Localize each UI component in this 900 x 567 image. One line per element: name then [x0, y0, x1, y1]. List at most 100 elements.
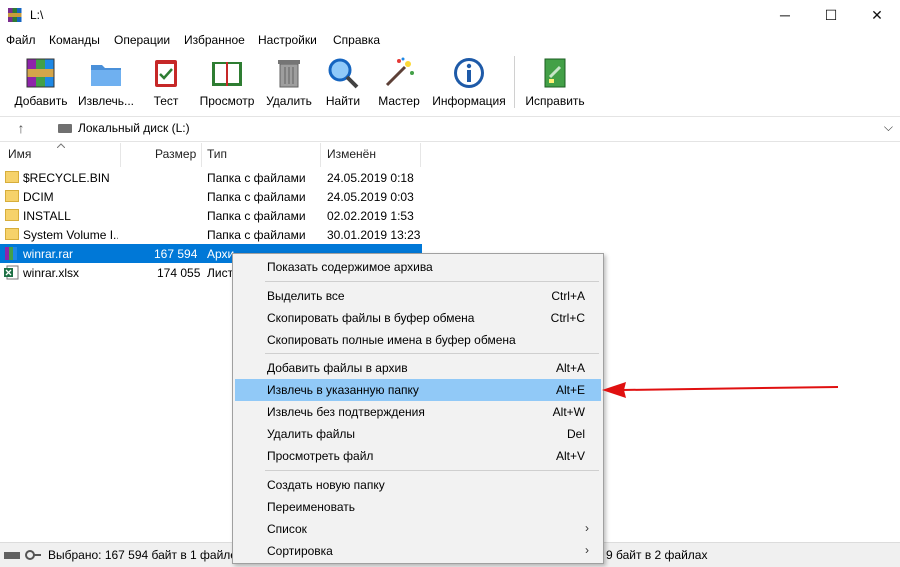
find-label: Найти	[325, 94, 361, 108]
column-header-name[interactable]: Имя	[8, 147, 31, 161]
file-modified: 24.05.2019 0:03	[327, 190, 414, 204]
excel-file-icon	[4, 265, 19, 280]
table-row[interactable]: System Volume I... Папка с файлами 30.01…	[0, 225, 422, 244]
column-header-size[interactable]: Размер	[155, 147, 196, 161]
menu-item-select-all[interactable]: Выделить все Ctrl+A	[235, 285, 601, 307]
menu-item-label: Переименовать	[267, 500, 355, 514]
menu-help[interactable]: Справка	[333, 33, 380, 47]
add-button[interactable]: Добавить	[10, 53, 72, 111]
folder-extract-icon	[91, 65, 121, 86]
delete-label: Удалить	[266, 94, 312, 108]
menu-item-sort[interactable]: Сортировка ›	[235, 540, 601, 562]
file-type: Папка с файлами	[207, 190, 306, 204]
winrar-app-icon[interactable]	[7, 7, 23, 23]
file-name: $RECYCLE.BIN	[23, 171, 110, 185]
test-label: Тест	[153, 94, 179, 108]
menu-operations[interactable]: Операции	[114, 33, 170, 47]
menu-settings[interactable]: Настройки	[258, 33, 317, 47]
menu-separator	[265, 353, 599, 354]
file-modified: 30.01.2019 13:23	[327, 228, 421, 242]
wizard-label: Мастер	[378, 94, 420, 108]
menu-item-label: Скопировать полные имена в буфер обмена	[267, 333, 516, 347]
add-label: Добавить	[14, 94, 68, 108]
chevron-down-icon[interactable]: ⌵	[884, 120, 893, 135]
minimize-button[interactable]: ─	[762, 0, 808, 30]
table-row[interactable]: $RECYCLE.BIN Папка с файлами 24.05.2019 …	[0, 168, 422, 187]
menu-item-view-file[interactable]: Просмотреть файл Alt+V	[235, 445, 601, 467]
chevron-right-icon: ›	[585, 543, 589, 557]
repair-label: Исправить	[525, 94, 585, 108]
menu-item-label: Извлечь без подтверждения	[267, 405, 425, 419]
column-header-modified[interactable]: Изменён	[327, 147, 376, 161]
repair-button[interactable]: Исправить	[522, 53, 588, 111]
file-type: Архи	[207, 247, 235, 261]
menu-item-shortcut: Alt+V	[555, 449, 585, 463]
column-divider[interactable]	[201, 143, 202, 167]
menu-item-show-archive[interactable]: Показать содержимое архива	[235, 256, 601, 278]
menu-item-shortcut: Alt+E	[555, 383, 585, 397]
menu-item-label: Просмотреть файл	[267, 449, 374, 463]
annotation-arrow-icon	[602, 382, 839, 398]
magic-wand-icon	[385, 57, 414, 87]
maximize-button[interactable]: ☐	[808, 0, 854, 30]
extract-button[interactable]: Извлечь...	[74, 53, 138, 111]
menu-item-label: Извлечь в указанную папку	[267, 383, 419, 397]
menu-item-shortcut: Alt+W	[552, 405, 585, 419]
wizard-button[interactable]: Мастер	[372, 53, 426, 111]
menu-item-shortcut: Ctrl+C	[550, 311, 585, 325]
menu-item-copy-names[interactable]: Скопировать полные имена в буфер обмена	[235, 329, 601, 351]
view-label: Просмотр	[199, 94, 255, 108]
book-view-icon	[212, 62, 242, 86]
clipboard-test-icon	[155, 60, 177, 87]
menu-item-label: Сортировка	[267, 544, 333, 558]
up-folder-button[interactable]: ↑	[12, 120, 30, 138]
trash-icon	[278, 60, 300, 88]
menu-item-extract-no-confirm[interactable]: Извлечь без подтверждения Alt+W	[235, 401, 601, 423]
file-type: Папка с файлами	[207, 228, 306, 242]
file-name: winrar.rar	[23, 247, 74, 261]
extract-label: Извлечь...	[77, 94, 134, 108]
menu-item-shortcut: Del	[566, 427, 585, 441]
address-bar: ↑ Локальный диск (L:) ⌵	[0, 116, 900, 142]
file-name: DCIM	[23, 190, 54, 204]
status-total-text: 9 байт в 2 файлах	[606, 548, 708, 562]
file-type: Папка с файлами	[207, 209, 306, 223]
table-row[interactable]: INSTALL Папка с файлами 02.02.2019 1:53	[0, 206, 422, 225]
menu-item-shortcut: Alt+A	[555, 361, 585, 375]
menu-item-extract-to-folder[interactable]: Извлечь в указанную папку Alt+E	[235, 379, 601, 401]
menu-item-list[interactable]: Список ›	[235, 518, 601, 540]
folder-icon	[5, 190, 19, 202]
table-row[interactable]: DCIM Папка с файлами 24.05.2019 0:03	[0, 187, 422, 206]
menu-item-shortcut: Ctrl+A	[551, 289, 585, 303]
column-header-type[interactable]: Тип	[207, 147, 227, 161]
test-button[interactable]: Тест	[142, 53, 190, 111]
menu-commands[interactable]: Команды	[49, 33, 100, 47]
menu-item-add-to-archive[interactable]: Добавить файлы в архив Alt+A	[235, 357, 601, 379]
file-type: Лист	[207, 266, 234, 280]
sort-arrow-icon	[57, 143, 65, 148]
menu-item-copy-files[interactable]: Скопировать файлы в буфер обмена Ctrl+C	[235, 307, 601, 329]
address-dropdown[interactable]: Локальный диск (L:) ⌵	[52, 118, 897, 139]
drive-icon	[58, 124, 72, 133]
context-menu: Показать содержимое архива Выделить все …	[232, 253, 604, 564]
info-button[interactable]: Информация	[430, 53, 508, 111]
menu-favorites[interactable]: Избранное	[184, 33, 245, 47]
view-button[interactable]: Просмотр	[196, 53, 258, 111]
status-selected-text: Выбрано: 167 594 байт в 1 файле	[48, 548, 237, 562]
column-divider[interactable]	[420, 143, 421, 167]
column-divider[interactable]	[120, 143, 121, 167]
menu-item-label: Скопировать файлы в буфер обмена	[267, 311, 475, 325]
close-button[interactable]: ✕	[854, 0, 900, 30]
info-icon	[454, 58, 484, 88]
find-button[interactable]: Найти	[320, 53, 366, 111]
toolbar-separator	[514, 56, 515, 108]
menu-item-label: Удалить файлы	[267, 427, 356, 441]
menu-file[interactable]: Файл	[6, 33, 36, 47]
column-divider[interactable]	[320, 143, 321, 167]
menu-item-label: Добавить файлы в архив	[267, 361, 408, 375]
menu-item-rename[interactable]: Переименовать	[235, 496, 601, 518]
menu-item-delete-files[interactable]: Удалить файлы Del	[235, 423, 601, 445]
menu-item-new-folder[interactable]: Создать новую папку	[235, 474, 601, 496]
file-modified: 02.02.2019 1:53	[327, 209, 414, 223]
delete-button[interactable]: Удалить	[262, 53, 316, 111]
